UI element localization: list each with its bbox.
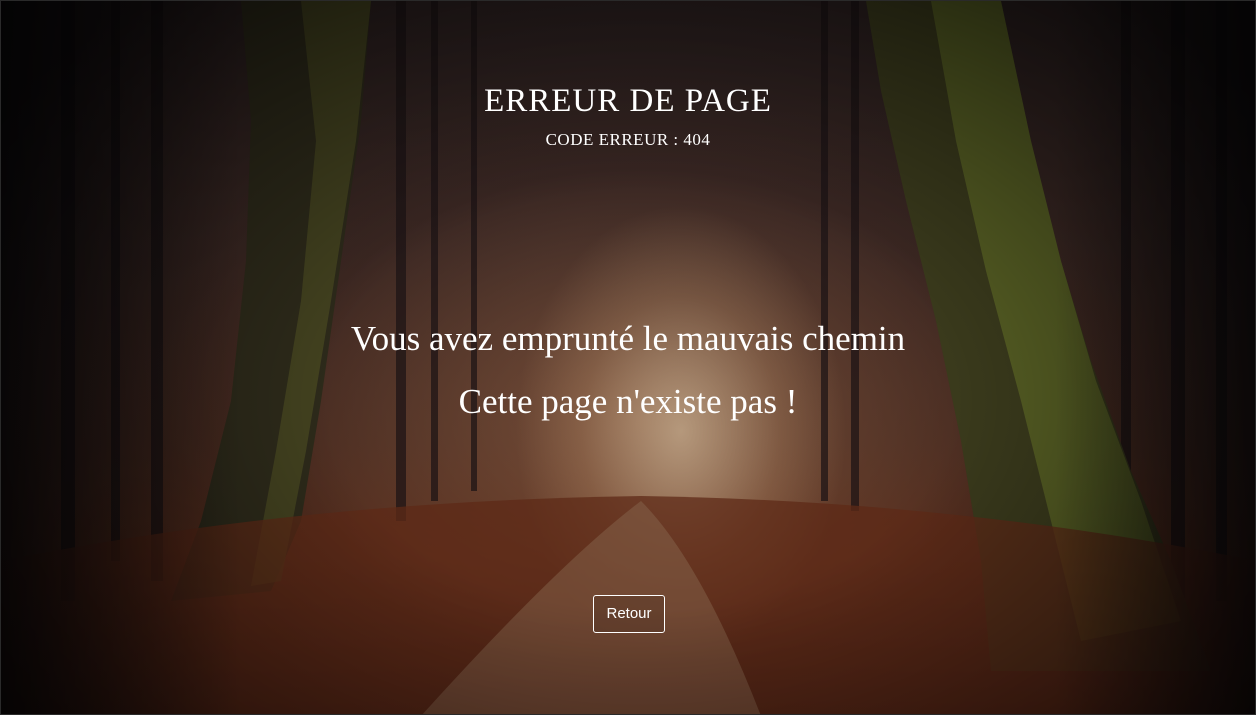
- error-page: ERREUR DE PAGE CODE ERREUR : 404 Vous av…: [0, 0, 1256, 715]
- error-code: CODE ERREUR : 404: [545, 130, 711, 149]
- error-message-line-2: Cette page n'existe pas !: [458, 382, 798, 421]
- page-title: ERREUR DE PAGE: [484, 83, 772, 119]
- error-message-line-1: Vous avez emprunté le mauvais chemin: [350, 319, 906, 358]
- back-button[interactable]: Retour: [593, 595, 665, 633]
- error-content: ERREUR DE PAGE CODE ERREUR : 404 Vous av…: [1, 1, 1255, 714]
